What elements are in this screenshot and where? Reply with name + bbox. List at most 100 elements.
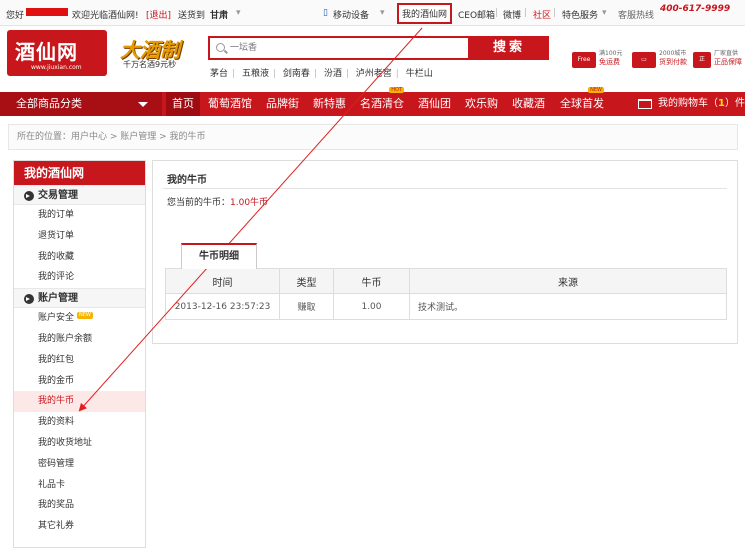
nav-clearance[interactable]: 名酒清仓 HOT [360,87,404,116]
nav-label: 品牌街 [266,97,299,110]
sidebar-item-gift-card[interactable]: 礼品卡 [14,475,145,496]
sidebar-section-trade: 交易管理 [14,185,145,205]
divider: | [495,8,499,18]
cart-link[interactable]: 我的购物车（1）件 [634,92,745,116]
service-line2: 货到付款 [659,58,687,66]
hotline-label: 客服热线 [618,11,655,21]
sidebar-item-gold-coins[interactable]: 我的金币 [14,371,145,392]
account-sidebar: 我的酒仙网 交易管理 我的订单 退货订单 我的收藏 我的评论 账户管理 账户安全… [13,160,146,548]
cart-count: 1 [718,98,725,109]
divider: | [524,8,528,18]
logout-link[interactable]: [退出] [146,8,171,21]
service-line1: 满100元 [599,50,623,57]
chevron-down-icon: ▾ [602,8,607,18]
sidebar-item-niubi[interactable]: 我的牛币 [14,391,145,413]
sidebar-item-password[interactable]: 密码管理 [14,454,145,475]
divider: | [345,69,349,79]
main-nav: 全部商品分类 首页 葡萄酒馆 品牌街 新特惠 名酒清仓 HOT 酒仙团 欢乐购 收… [0,87,745,116]
cart-tail: ）件 [725,98,745,109]
ship-to-select[interactable]: 甘肃 [210,8,228,21]
search-input[interactable] [230,41,466,55]
nav-new-deals[interactable]: 新特惠 [313,92,346,116]
tab-niubi-detail[interactable]: 牛币明细 [181,243,257,269]
section-bullet-icon [24,294,34,305]
nav-label: 名酒清仓 [360,97,404,110]
niubi-table: 时间 类型 牛币 来源 2013-12-16 23:57:23 赚取 1.00 … [165,268,745,320]
hotline-number: 400-617-9999 [660,4,731,14]
nav-happy-buy[interactable]: 欢乐购 [465,92,498,116]
nav-wine-hall[interactable]: 葡萄酒馆 [208,92,252,116]
all-categories-label: 全部商品分类 [16,97,82,110]
mobile-device-icon: ▯ [323,8,328,18]
ceo-mail-link[interactable]: CEO邮箱 [458,8,495,21]
cart-icon [638,99,653,109]
hotword-link[interactable]: 汾酒 [324,69,342,79]
sidebar-item-returns[interactable]: 退货订单 [14,226,145,247]
sidebar-item-addresses[interactable]: 我的收货地址 [14,433,145,454]
nav-group-buy[interactable]: 酒仙团 [418,92,451,116]
sidebar-item-prizes[interactable]: 我的奖品 [14,495,145,516]
mobile-device-link[interactable]: 移动设备 [333,8,369,21]
section-bullet-icon [24,191,34,201]
compensation-icon: ▭ [632,52,656,68]
service-line2: 免运费 [599,58,620,66]
nav-brand-street[interactable]: 品牌街 [266,92,299,116]
balance-text: 您当前的牛币：1.00牛币 [167,195,268,208]
sidebar-title[interactable]: 我的酒仙网 [14,161,145,185]
divider: | [553,8,557,18]
hotword-link[interactable]: 茅台 [210,69,228,79]
all-categories-menu[interactable]: 全部商品分类 [0,92,162,116]
sidebar-item-orders[interactable]: 我的订单 [14,205,145,226]
hotword-link[interactable]: 泸州老窖 [356,69,392,79]
hot-keywords: 茅台 | 五粮液 | 剑南春 | 汾酒 | 泸州老窖 | 牛栏山 [210,66,437,79]
new-badge: NEW [77,312,93,320]
sidebar-item-balance[interactable]: 我的账户余额 [14,329,145,350]
nav-label: 葡萄酒馆 [208,97,252,110]
free-shipping-icon: Free [572,52,596,68]
genuine-icon: 正 [693,52,711,68]
table-row: 2013-12-16 23:57:23 赚取 1.00 技术测试。 [165,293,727,320]
weibo-link[interactable]: 微博 [503,8,521,21]
nav-label: 欢乐购 [465,97,498,110]
logo-text: 酒仙网 [15,40,78,64]
site-logo[interactable]: 酒仙网 www.jiuxian.com [7,30,107,76]
divider [163,188,727,189]
chevron-down-icon: ▾ [380,8,385,18]
sidebar-item-security[interactable]: 账户安全 NEW [14,308,145,329]
logo-url: www.jiuxian.com [31,64,82,71]
column-header: 类型 [279,268,334,294]
cell-time: 2013-12-16 23:57:23 [165,293,280,320]
my-jiuxian-link[interactable]: 我的酒仙网 [397,3,453,24]
divider: | [232,69,236,79]
search-button[interactable]: 搜索 [469,36,549,60]
community-link[interactable]: 社区 [533,8,551,21]
page-title: 我的牛币 [167,175,207,186]
sidebar-item-reviews[interactable]: 我的评论 [14,267,145,288]
chevron-down-icon: ▾ [236,8,241,18]
hotword-link[interactable]: 五粮液 [242,69,269,79]
service-line2: 正品保障 [714,58,742,66]
top-bar: 您好 欢迎光临酒仙网! [退出] 送货到 甘肃 ▾ ▯ 移动设备 ▾ 我的酒仙网… [0,0,745,26]
sidebar-item-profile[interactable]: 我的资料 [14,412,145,433]
greeting-text: 您好 [6,11,25,21]
sidebar-section-account: 账户管理 [14,288,145,309]
hotword-link[interactable]: 剑南春 [283,69,310,79]
cell-type: 赚取 [279,293,334,320]
search-box [208,36,470,60]
promo-banner[interactable]: 大酒制 千万名酒9元秒 [118,34,188,74]
sidebar-item-other-coupons[interactable]: 其它礼券 [14,516,145,537]
cart-label: 我的购物车（ [658,98,719,109]
nav-label: 酒仙团 [418,97,451,110]
service-line1: 2000城市 [659,50,687,57]
divider: | [395,69,399,79]
nav-home[interactable]: 首页 [166,92,200,116]
sidebar-item-label: 账户安全 [38,313,75,324]
hotword-link[interactable]: 牛栏山 [406,69,433,79]
sidebar-item-red-packets[interactable]: 我的红包 [14,350,145,371]
sidebar-item-favorites[interactable]: 我的收藏 [14,247,145,268]
nav-label: 全球首发 [560,97,604,110]
nav-collectible[interactable]: 收藏酒 [512,92,545,116]
cell-source: 技术测试。 [409,293,727,320]
special-service-link[interactable]: 特色服务 [562,8,598,21]
nav-global-launch[interactable]: 全球首发 NEW [560,87,604,116]
